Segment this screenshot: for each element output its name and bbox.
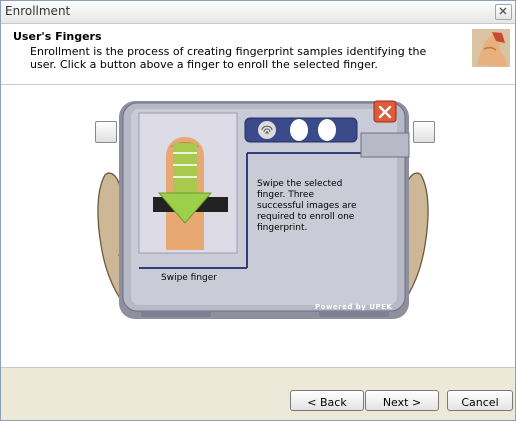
enrollment-window: Enrollment User's Fingers Enrollment is … <box>0 0 516 421</box>
swipe-instruction-text: Swipe the selected finger. Three success… <box>257 179 357 233</box>
title-bar: Enrollment <box>1 1 515 24</box>
wizard-body: Swipe the selected finger. Three success… <box>1 85 515 368</box>
close-icon <box>499 7 507 15</box>
next-button[interactable]: Next > <box>365 390 439 411</box>
wizard-footer: < Back Next > Cancel <box>1 368 515 420</box>
back-button[interactable]: < Back <box>290 390 364 411</box>
powered-by-brand: Powered by UPEK <box>315 303 393 311</box>
hand-icon <box>472 29 510 67</box>
device-close-button[interactable] <box>374 185 396 206</box>
fingerprint-icon <box>258 121 276 139</box>
wizard-header: User's Fingers Enrollment is the process… <box>1 24 515 85</box>
page-title: User's Fingers <box>13 30 102 43</box>
window-title: Enrollment <box>5 4 71 18</box>
finger-image-caption: Swipe finger <box>161 273 218 283</box>
window-close-button[interactable] <box>495 4 512 20</box>
page-description: Enrollment is the process of creating fi… <box>30 45 427 71</box>
cancel-button[interactable]: Cancel <box>447 390 513 411</box>
